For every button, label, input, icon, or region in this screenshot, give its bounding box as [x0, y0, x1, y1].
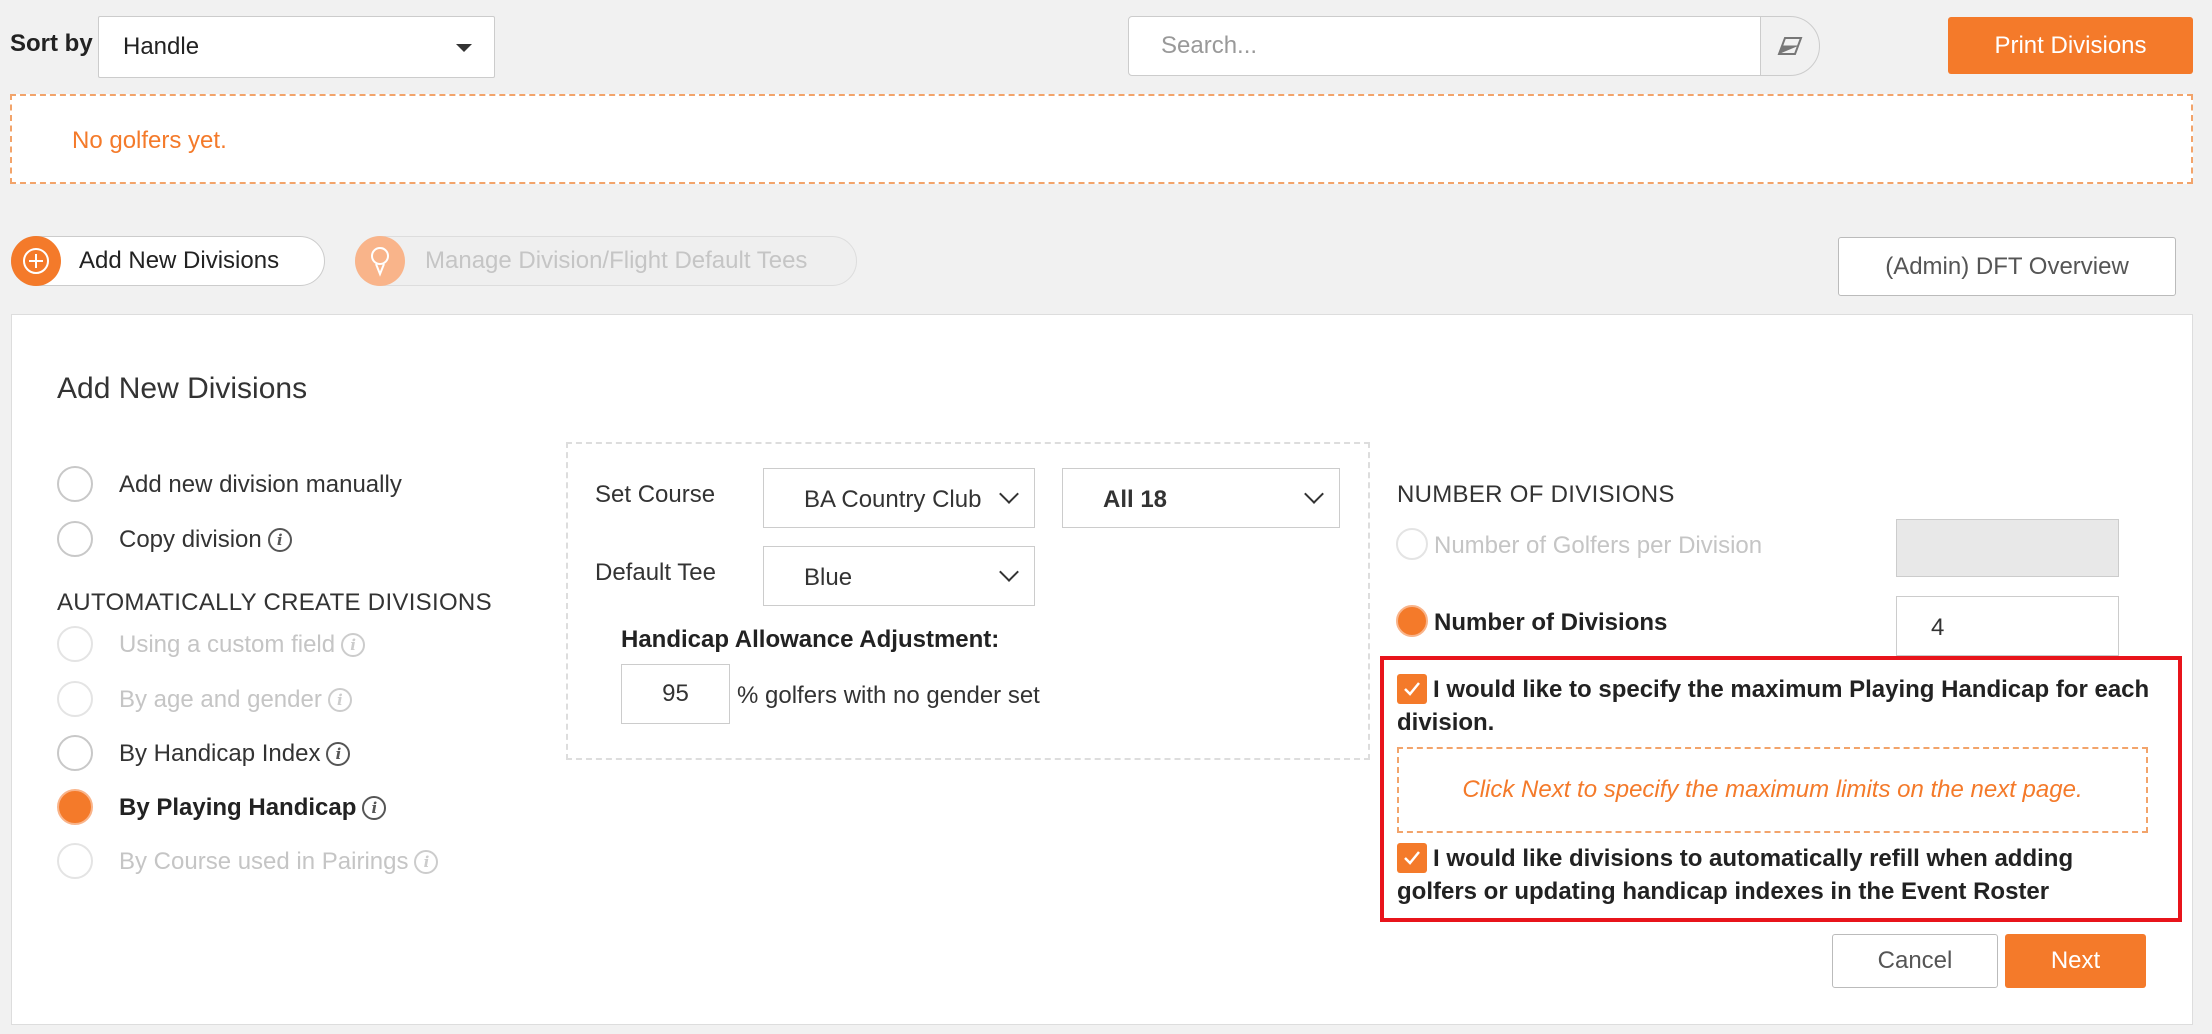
chevron-down-icon — [999, 562, 1019, 582]
tab-manage-label: Manage Division/Flight Default Tees — [425, 247, 808, 274]
info-icon: i — [327, 688, 352, 712]
option-course-pairings-label: By Course used in Pairings — [119, 848, 409, 875]
info-icon[interactable]: i — [362, 796, 387, 820]
option-custom-field-label: Using a custom field — [119, 631, 336, 658]
auto-refill-label: I would like divisions to automatically … — [1397, 845, 2074, 905]
info-icon[interactable]: i — [267, 528, 292, 552]
cancel-button[interactable]: Cancel — [1832, 934, 1998, 988]
option-age-gender: By age and gender i — [119, 686, 352, 714]
number-of-divisions-input[interactable]: 4 — [1896, 596, 2119, 656]
option-copy-division-label: Copy division — [119, 526, 262, 553]
next-page-hint: Click Next to specify the maximum limits… — [1397, 747, 2148, 833]
handicap-allowance-suffix: % golfers with no gender set — [737, 682, 1040, 709]
radio-course-pairings — [57, 843, 93, 879]
max-handicap-label: I would like to specify the maximum Play… — [1397, 676, 2150, 736]
handicap-allowance-input[interactable]: 95 — [621, 664, 730, 724]
course-select[interactable]: BA Country Club — [763, 468, 1035, 528]
golfers-per-division-label: Number of Golfers per Division — [1434, 532, 1763, 559]
default-tee-label: Default Tee — [595, 559, 716, 586]
no-golfers-notice: No golfers yet. — [10, 94, 2193, 184]
radio-playing-handicap[interactable] — [57, 789, 93, 825]
plus-circle-icon — [11, 236, 61, 286]
radio-add-manually[interactable] — [57, 466, 93, 502]
admin-dft-overview-button[interactable]: (Admin) DFT Overview — [1838, 237, 2176, 296]
radio-custom-field — [57, 626, 93, 662]
print-divisions-button[interactable]: Print Divisions — [1948, 17, 2193, 74]
sort-label: Sort by — [10, 30, 93, 57]
number-of-divisions-heading: NUMBER OF DIVISIONS — [1397, 481, 1675, 508]
chevron-down-icon — [1304, 484, 1324, 504]
course-select-value: BA Country Club — [804, 486, 982, 513]
next-button[interactable]: Next — [2005, 934, 2146, 988]
radio-golfers-per-division — [1396, 528, 1428, 560]
search-input[interactable] — [1128, 16, 1762, 76]
option-handicap-index-label: By Handicap Index — [119, 740, 321, 767]
option-custom-field: Using a custom field i — [119, 631, 366, 659]
tab-add-label: Add New Divisions — [79, 247, 280, 274]
golf-tee-icon — [355, 236, 405, 286]
auto-create-heading: AUTOMATICALLY CREATE DIVISIONS — [57, 589, 492, 616]
info-icon[interactable]: i — [326, 742, 351, 766]
no-golfers-text: No golfers yet. — [72, 127, 227, 154]
option-age-gender-label: By age and gender — [119, 686, 322, 713]
holes-select-value: All 18 — [1103, 486, 1168, 513]
default-tee-value: Blue — [804, 564, 853, 591]
info-icon: i — [341, 633, 366, 657]
number-of-divisions-label: Number of Divisions — [1434, 609, 1668, 636]
radio-handicap-index[interactable] — [57, 735, 93, 771]
default-tee-select[interactable]: Blue — [763, 546, 1035, 606]
sort-select[interactable]: Handle — [98, 16, 495, 78]
panel-title: Add New Divisions — [57, 372, 308, 405]
tab-add-new-divisions[interactable]: Add New Divisions — [11, 236, 325, 286]
radio-copy-division[interactable] — [57, 521, 93, 557]
info-icon: i — [414, 850, 439, 874]
option-course-pairings: By Course used in Pairings i — [119, 848, 439, 876]
eraser-icon — [1777, 37, 1803, 55]
caret-down-icon — [456, 44, 472, 52]
option-playing-handicap-label: By Playing Handicap — [119, 794, 357, 821]
option-add-manually-label: Add new division manually — [119, 471, 402, 498]
tab-manage-default-tees[interactable]: Manage Division/Flight Default Tees — [355, 236, 857, 286]
option-playing-handicap: By Playing Handicap i — [119, 794, 387, 822]
clear-search-button[interactable] — [1760, 16, 1820, 76]
option-handicap-index: By Handicap Index i — [119, 740, 351, 768]
option-copy-division: Copy division i — [119, 526, 292, 554]
handicap-allowance-label: Handicap Allowance Adjustment: — [621, 626, 1000, 653]
golfers-per-division-input — [1896, 519, 2119, 577]
holes-select[interactable]: All 18 — [1062, 468, 1340, 528]
chevron-down-icon — [999, 484, 1019, 504]
radio-age-gender — [57, 681, 93, 717]
radio-number-of-divisions[interactable] — [1396, 605, 1428, 637]
set-course-label: Set Course — [595, 481, 716, 508]
sort-select-value: Handle — [123, 33, 200, 60]
